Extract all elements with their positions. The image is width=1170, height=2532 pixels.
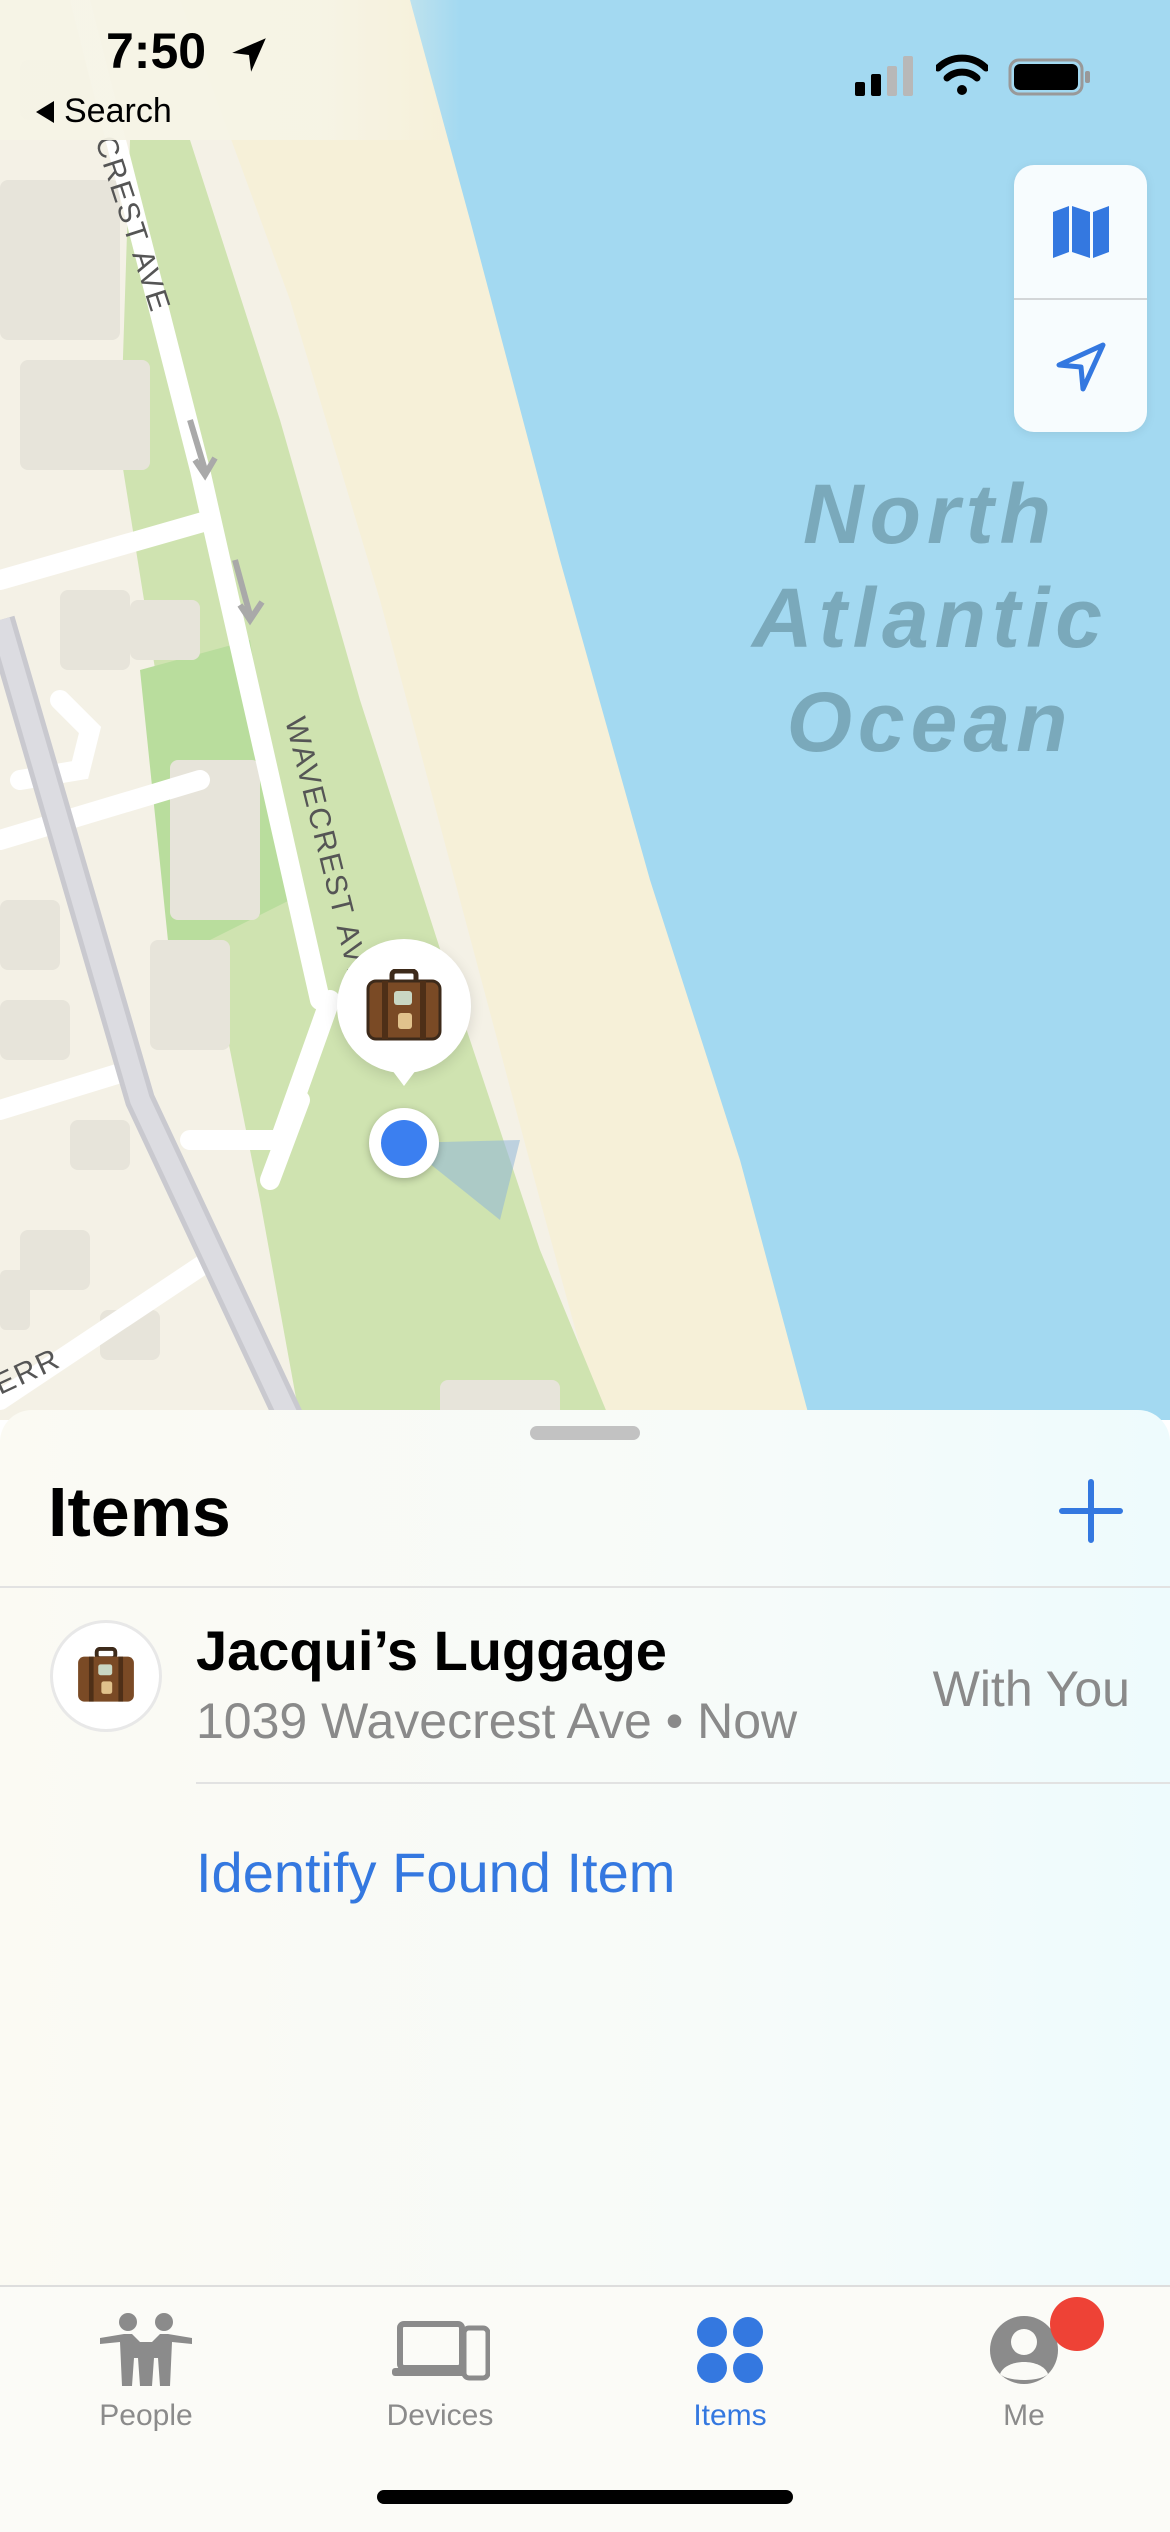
- item-location: 1039 Wavecrest Ave • Now: [196, 1693, 798, 1749]
- item-name: Jacqui’s Luggage: [196, 1619, 667, 1682]
- identify-found-item-link[interactable]: Identify Found Item: [196, 1840, 675, 1905]
- tab-me[interactable]: Me: [904, 2305, 1144, 2433]
- home-indicator[interactable]: [377, 2490, 793, 2504]
- devices-icon: [392, 2321, 490, 2381]
- recenter-location-button[interactable]: [1014, 300, 1147, 433]
- plus-icon[interactable]: [1058, 1478, 1124, 1544]
- item-map-pin[interactable]: [337, 939, 471, 1073]
- location-arrow-icon: [1056, 342, 1105, 391]
- tab-label: Items: [693, 2399, 767, 2432]
- sheet-grabber[interactable]: [530, 1426, 640, 1440]
- current-location-dot: [369, 1108, 439, 1178]
- pin-pointer: [386, 1062, 422, 1086]
- map-mode-button[interactable]: [1014, 165, 1147, 298]
- notification-badge: [1050, 2297, 1104, 2351]
- items-sheet: Items Jacqui’s Luggage 1039 Wavecrest Av…: [0, 1410, 1170, 2285]
- ocean-label: North Atlantic Ocean: [751, 467, 1109, 769]
- sheet-title: Items: [48, 1473, 231, 1551]
- back-triangle-icon: [36, 100, 54, 123]
- back-label: Search: [64, 92, 172, 130]
- tab-label: People: [99, 2399, 193, 2432]
- items-icon: [697, 2317, 763, 2383]
- people-icon: [100, 2313, 192, 2386]
- divider: [196, 1782, 1170, 1784]
- location-services-icon: [232, 38, 266, 72]
- item-avatar: [50, 1620, 162, 1732]
- tab-label: Devices: [386, 2399, 494, 2432]
- map-view[interactable]: CREST AVE WAVECREST AVE ERR North Atlant…: [0, 0, 1170, 1420]
- status-bar: 7:50 Search: [0, 0, 1170, 140]
- battery-icon: [1008, 58, 1090, 96]
- list-item[interactable]: Jacqui’s Luggage 1039 Wavecrest Ave • No…: [0, 1588, 1170, 1782]
- luggage-icon: [366, 969, 442, 1041]
- tab-items[interactable]: Items: [610, 2305, 850, 2433]
- map-controls: [1014, 165, 1147, 432]
- tab-people[interactable]: People: [26, 2305, 266, 2433]
- item-status: With You: [932, 1661, 1130, 1717]
- map-icon: [1052, 205, 1109, 258]
- back-to-search-button[interactable]: Search: [36, 92, 172, 131]
- tab-devices[interactable]: Devices: [320, 2305, 560, 2433]
- wifi-icon: [936, 54, 988, 95]
- status-time: 7:50: [106, 23, 207, 79]
- cellular-signal-icon: [855, 56, 913, 96]
- tab-label: Me: [1003, 2399, 1045, 2432]
- luggage-icon: [78, 1647, 134, 1702]
